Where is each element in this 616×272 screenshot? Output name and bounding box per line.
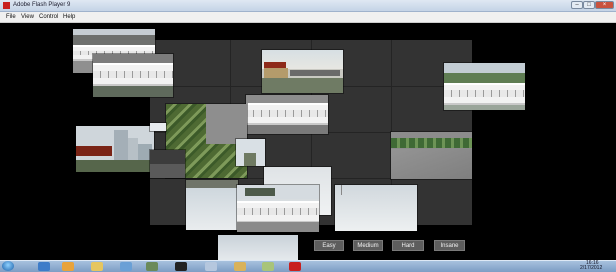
puzzle-piece[interactable] <box>93 54 173 97</box>
tool-icon[interactable] <box>234 262 246 271</box>
clock-date: 2/17/2012 <box>580 265 603 271</box>
menu-bar: File View Control Help <box>0 12 616 23</box>
window-title: Adobe Flash Player 9 <box>13 2 71 8</box>
terminal-icon[interactable] <box>175 262 187 271</box>
hard-button[interactable]: Hard <box>392 240 424 251</box>
document-icon[interactable] <box>205 262 217 271</box>
app-icon[interactable] <box>146 262 158 271</box>
start-button[interactable] <box>2 261 14 271</box>
firefox-icon[interactable] <box>62 262 74 271</box>
close-button[interactable]: × <box>595 1 614 9</box>
puzzle-piece[interactable] <box>262 50 343 93</box>
flash-player-taskbar-icon[interactable] <box>289 262 301 271</box>
title-bar: Adobe Flash Player 9 – □ × <box>0 0 616 12</box>
puzzle-piece[interactable] <box>246 95 328 134</box>
puzzle-piece[interactable] <box>218 235 298 261</box>
puzzle-piece[interactable] <box>150 123 166 131</box>
puzzle-piece[interactable] <box>76 126 154 172</box>
taskbar: 16:16 2/17/2012 <box>0 260 616 272</box>
puzzle-piece[interactable] <box>186 180 238 230</box>
puzzle-piece[interactable] <box>236 139 265 166</box>
menu-help[interactable]: Help <box>63 12 75 22</box>
maximize-button[interactable]: □ <box>583 1 595 9</box>
easy-button[interactable]: Easy <box>314 240 344 251</box>
menu-control[interactable]: Control <box>39 12 58 22</box>
media-icon[interactable] <box>120 262 132 271</box>
puzzle-piece[interactable] <box>335 185 417 231</box>
menu-view[interactable]: View <box>21 12 34 22</box>
medium-button[interactable]: Medium <box>353 240 383 251</box>
flash-player-icon <box>3 2 10 9</box>
minimize-button[interactable]: – <box>571 1 583 9</box>
ie-icon[interactable] <box>38 262 50 271</box>
insane-button[interactable]: Insane <box>434 240 465 251</box>
flash-stage: Easy Medium Hard Insane <box>0 23 616 261</box>
menu-file[interactable]: File <box>6 12 16 22</box>
puzzle-piece[interactable] <box>444 63 525 110</box>
paint-icon[interactable] <box>262 262 274 271</box>
puzzle-piece[interactable] <box>237 185 319 232</box>
puzzle-piece[interactable] <box>150 150 185 178</box>
puzzle-piece[interactable] <box>391 132 472 179</box>
folder-icon[interactable] <box>91 262 103 271</box>
